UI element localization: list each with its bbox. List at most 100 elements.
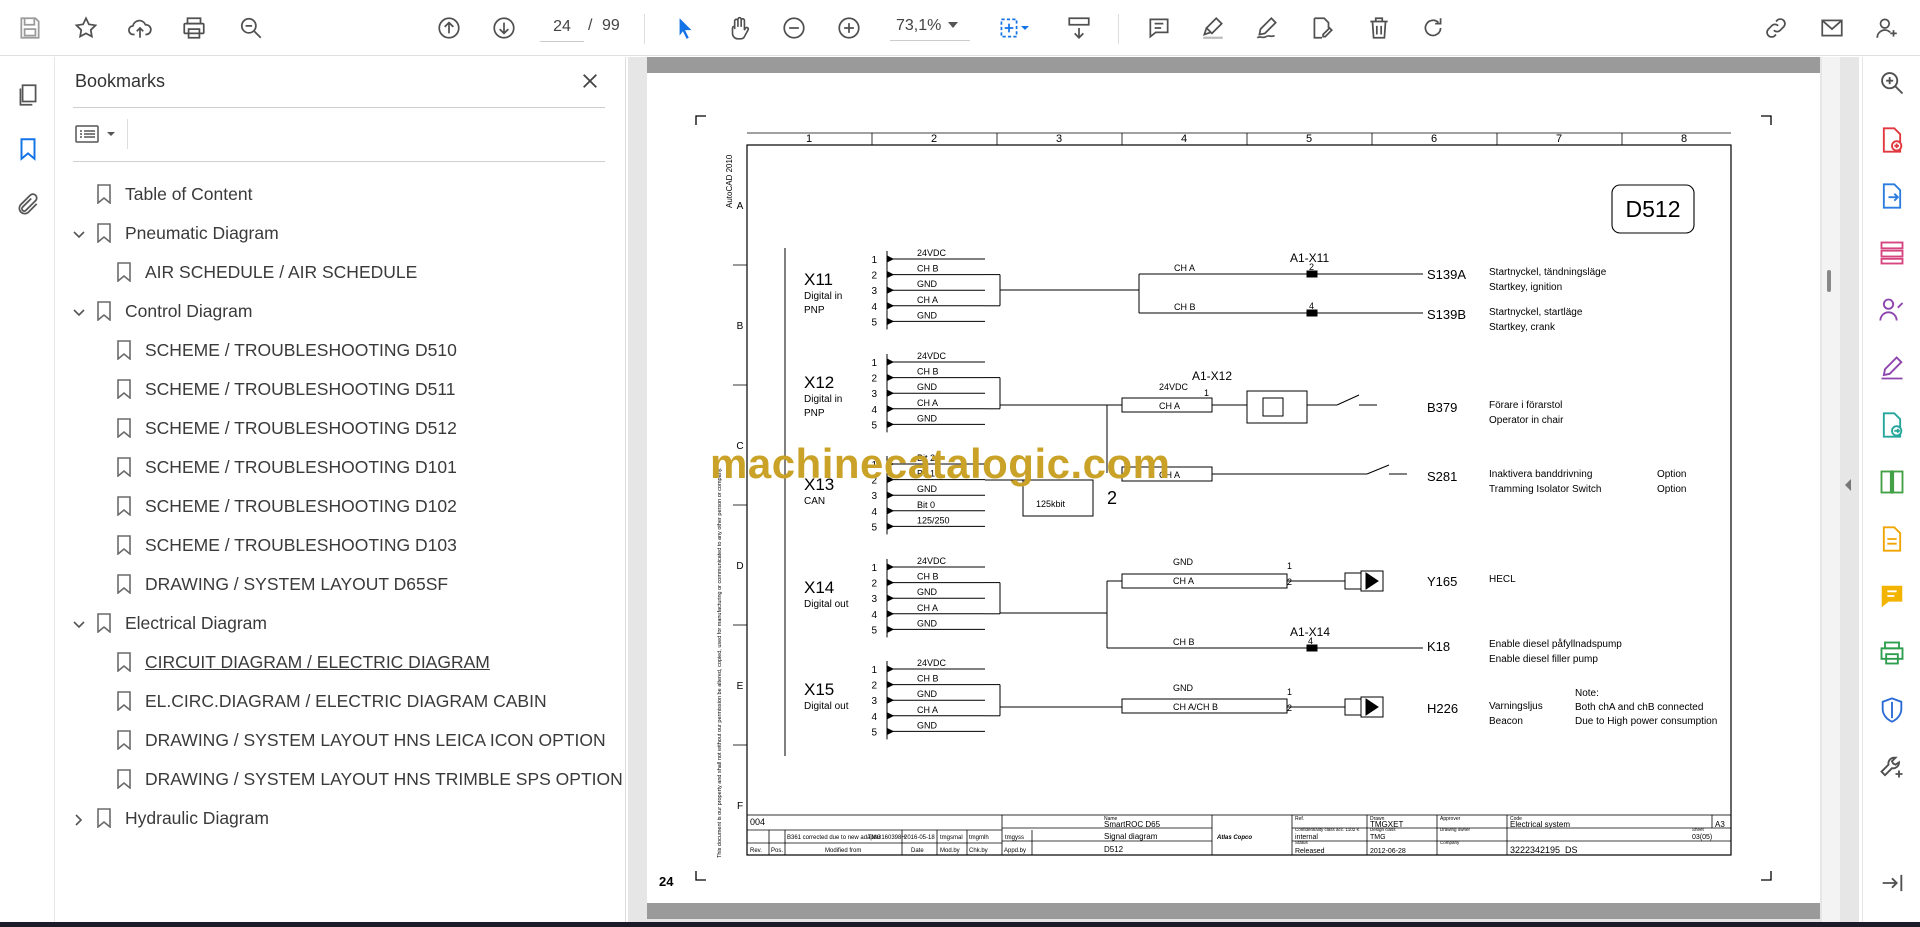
print-production-icon[interactable] — [1876, 637, 1908, 669]
scan-ocr-icon[interactable] — [1876, 523, 1908, 555]
zoom-search-icon[interactable] — [1876, 67, 1908, 99]
col-number: 2 — [931, 133, 937, 145]
bookmark-label: Table of Content — [125, 184, 253, 204]
connector-type: PNP — [804, 408, 825, 419]
bookmark-item[interactable]: SCHEME / TROUBLESHOOTING D101 — [56, 452, 616, 482]
bookmark-item[interactable]: SCHEME / TROUBLESHOOTING D103 — [56, 530, 616, 560]
bookmark-item[interactable]: DRAWING / SYSTEM LAYOUT D65SF — [56, 569, 616, 599]
tb-drawing-owner-h: Drawing owner — [1440, 827, 1471, 832]
edit-text-icon[interactable] — [1304, 10, 1340, 46]
chevron-down-icon[interactable] — [948, 22, 958, 28]
bookmark-item[interactable]: SCHEME / TROUBLESHOOTING D511 — [56, 374, 616, 404]
bookmark-item[interactable]: DRAWING / SYSTEM LAYOUT HNS TRIMBLE SPS … — [56, 764, 623, 794]
zoom-out-icon[interactable] — [776, 10, 812, 46]
bookmark-label: Hydraulic Diagram — [125, 808, 269, 828]
bookmark-item[interactable]: Pneumatic Diagram — [56, 218, 616, 248]
bookmark-icon — [116, 730, 132, 751]
create-pdf-icon[interactable] — [1876, 124, 1908, 156]
pin-number: 1 — [871, 358, 877, 369]
bookmark-item[interactable]: AIR SCHEDULE / AIR SCHEDULE — [56, 257, 616, 287]
expand-panel-icon[interactable] — [1876, 867, 1908, 899]
hand-icon[interactable] — [721, 10, 757, 46]
chevron-down-icon[interactable] — [72, 226, 86, 240]
send-file-icon[interactable] — [1876, 409, 1908, 441]
tb-date: 2016-05-18 — [904, 835, 935, 841]
bookmark-item[interactable]: Electrical Diagram — [56, 608, 616, 638]
request-signatures-icon[interactable] — [1876, 294, 1908, 326]
link-icon[interactable] — [1758, 10, 1794, 46]
save-icon[interactable] — [12, 10, 48, 46]
chevron-right-icon[interactable] — [72, 811, 86, 826]
print-icon[interactable] — [176, 10, 212, 46]
component-desc: Beacon — [1489, 716, 1523, 727]
tb-sheet: 03(05) — [1692, 834, 1712, 841]
bookmark-item[interactable]: SCHEME / TROUBLESHOOTING D102 — [56, 491, 616, 521]
col-number: 8 — [1681, 133, 1687, 145]
vertical-scrollbar[interactable] — [1822, 57, 1840, 922]
bookmark-item[interactable]: SCHEME / TROUBLESHOOTING D510 — [56, 335, 616, 365]
bookmark-item[interactable]: Hydraulic Diagram — [56, 803, 616, 833]
email-icon[interactable] — [1814, 10, 1850, 46]
page-down-icon[interactable] — [486, 10, 522, 46]
account-icon[interactable] — [1869, 10, 1905, 46]
bookmark-panel-icon[interactable] — [10, 131, 46, 167]
comment-tool-icon[interactable] — [1876, 580, 1908, 612]
page-thumbnails-icon[interactable] — [10, 77, 46, 113]
signal-label: 24VDC — [917, 248, 947, 258]
rotate-icon[interactable] — [1415, 10, 1451, 46]
signal-label: CH A — [917, 603, 938, 613]
sign-icon[interactable] — [1249, 10, 1285, 46]
bookmark-icon — [116, 418, 132, 439]
bookmark-item[interactable]: EL.CIRC.DIAGRAM / ELECTRIC DIAGRAM CABIN — [56, 686, 616, 716]
component-tag: K18 — [1427, 639, 1450, 654]
export-pdf-icon[interactable] — [1876, 180, 1908, 212]
comment-icon[interactable] — [1141, 10, 1177, 46]
star-icon[interactable] — [68, 10, 104, 46]
fit-chevron-down-icon[interactable] — [1017, 10, 1033, 46]
delete-icon[interactable] — [1361, 10, 1397, 46]
chevron-down-icon[interactable] — [72, 616, 86, 630]
bookmark-item[interactable]: DRAWING / SYSTEM LAYOUT HNS LEICA ICON O… — [56, 725, 616, 755]
bookmark-options-button[interactable] — [74, 119, 124, 149]
option-label: Option — [1657, 469, 1686, 480]
zoom-in-icon[interactable] — [831, 10, 867, 46]
pin-number: 3 — [871, 696, 877, 707]
tb-ref: TMG160398H — [868, 835, 906, 841]
upload-icon[interactable] — [122, 10, 158, 46]
signal-label: GND — [917, 413, 938, 423]
fill-sign-icon[interactable] — [1876, 352, 1908, 384]
connector-name: X14 — [804, 578, 834, 597]
page-number-input[interactable] — [540, 12, 584, 42]
highlight-icon[interactable] — [1195, 10, 1231, 46]
protect-icon[interactable] — [1876, 694, 1908, 726]
bookmark-item[interactable]: Table of Content — [56, 179, 616, 209]
collapse-right-panel-icon[interactable] — [1843, 478, 1853, 497]
page-up-icon[interactable] — [431, 10, 467, 46]
close-icon[interactable] — [576, 67, 604, 95]
organize-pages-icon[interactable] — [1876, 237, 1908, 269]
compare-files-icon[interactable] — [1876, 466, 1908, 498]
bookmark-item[interactable]: SCHEME / TROUBLESHOOTING D512 — [56, 413, 616, 443]
zoom-level-select[interactable]: 73,1% — [890, 13, 970, 41]
select-arrow-icon[interactable] — [667, 10, 703, 46]
bookmark-icon — [96, 808, 112, 829]
bookmark-label: SCHEME / TROUBLESHOOTING D512 — [145, 418, 457, 438]
more-tools-icon[interactable] — [1876, 751, 1908, 783]
bookmark-item[interactable]: CIRCUIT DIAGRAM / ELECTRIC DIAGRAM — [56, 647, 616, 677]
pin-number: 2 — [871, 271, 877, 282]
pin-number: 2 — [871, 681, 877, 692]
col-number: 3 — [1056, 133, 1062, 145]
component-tag: S281 — [1427, 469, 1457, 484]
bookmark-item[interactable]: Control Diagram — [56, 296, 616, 326]
tb-ref-h: Ref. — [1295, 816, 1304, 822]
scroll-mode-icon[interactable] — [1061, 10, 1097, 46]
tb-appby-h: Appd.by — [1004, 848, 1026, 854]
chevron-down-icon[interactable] — [72, 304, 86, 318]
scrollbar-thumb[interactable] — [1827, 270, 1831, 292]
title-block-text: 004 B361 corrected due to new adapter TM… — [750, 816, 1725, 855]
tb-date-h: Date — [911, 848, 924, 854]
component-desc: Operator in chair — [1489, 415, 1564, 426]
signal-label: Bit 0 — [917, 500, 935, 510]
attachment-icon[interactable] — [10, 187, 46, 223]
search-zoom-icon[interactable] — [233, 10, 269, 46]
